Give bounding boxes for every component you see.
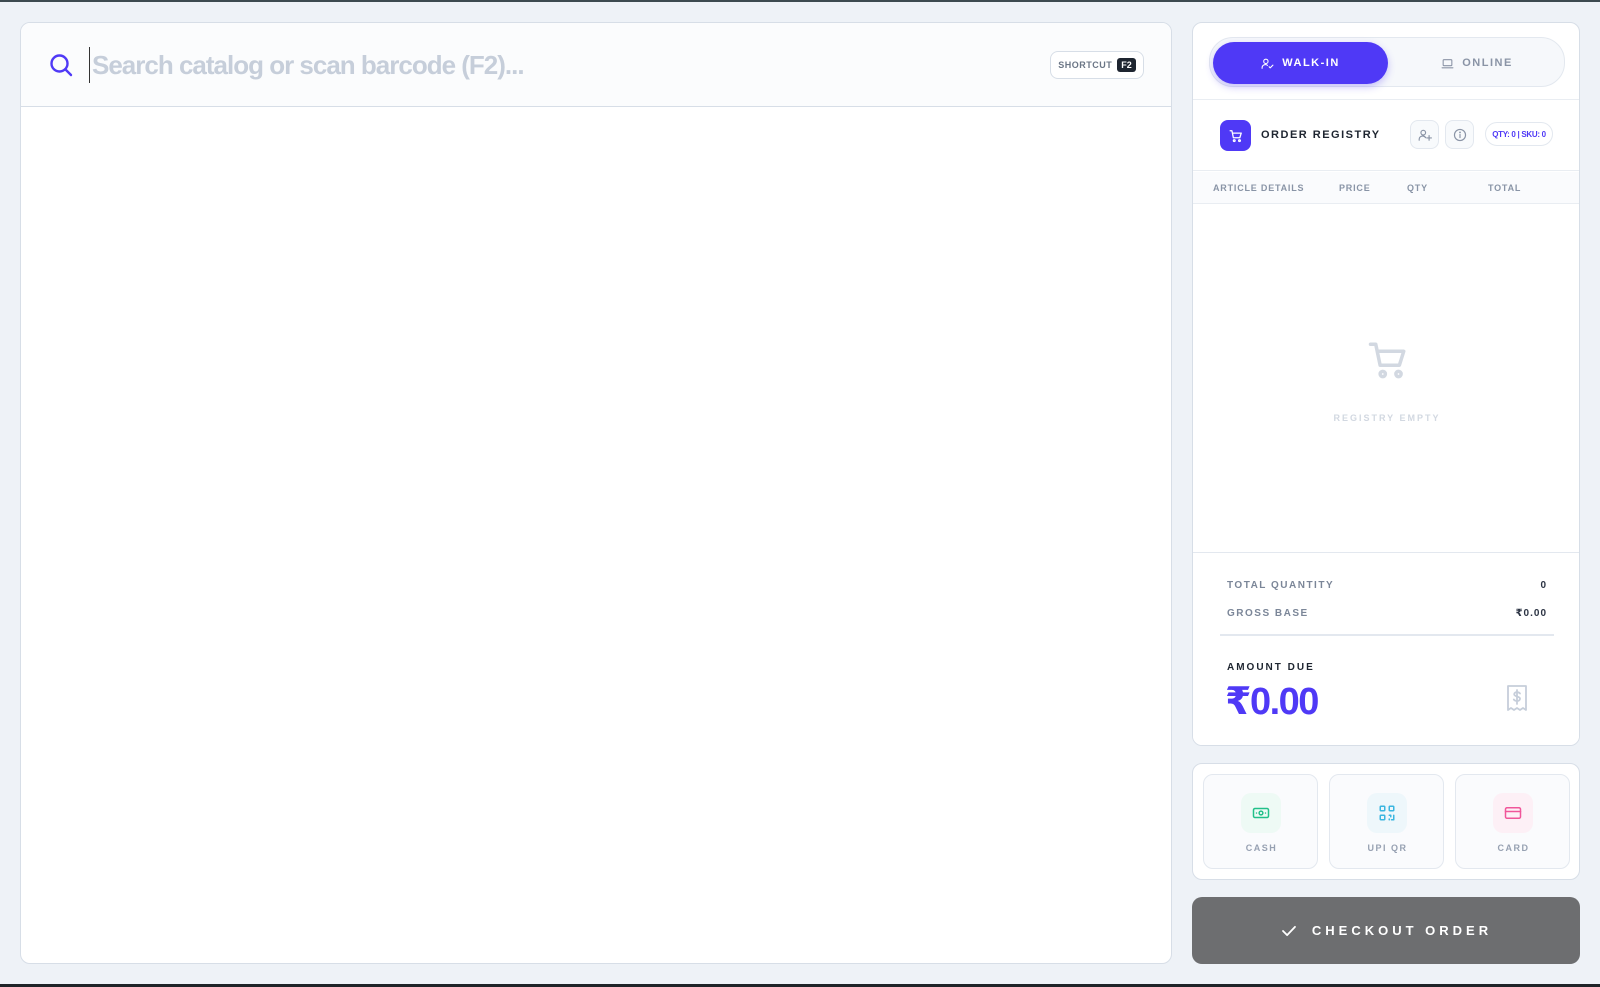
search-icon [50,54,73,77]
total-quantity-value: 0 [1540,580,1547,591]
shortcut-hint: SHORTCUT F2 [1050,51,1144,79]
registry-empty-label: REGISTRY EMPTY [1333,413,1441,423]
total-quantity-label: TOTAL QUANTITY [1227,580,1335,591]
upi-icon-badge [1367,793,1407,833]
walk-in-tab[interactable]: WALK-IN [1213,42,1388,84]
add-customer-button[interactable] [1410,120,1439,149]
gross-base-value: ₹0.00 [1515,608,1547,619]
walk-in-label: WALK-IN [1282,57,1340,69]
user-check-icon [1261,58,1274,69]
online-tab[interactable]: ONLINE [1394,42,1560,84]
pay-upi-qr-label: UPI QR [1367,843,1408,853]
amount-due-value: ₹0.00 [1225,681,1319,723]
gross-base-label: GROSS BASE [1227,608,1309,619]
shortcut-label: SHORTCUT [1058,60,1113,70]
online-label: ONLINE [1462,57,1513,69]
card-icon-badge [1493,793,1533,833]
cart-badge [1220,120,1251,151]
qty-sku-badge: QTY: 0 | SKU: 0 [1485,122,1553,146]
gross-base-row: GROSS BASE ₹0.00 [1227,608,1547,619]
checkout-order-button[interactable]: CHECKOUT ORDER [1192,897,1580,964]
column-qty: QTY [1407,183,1428,193]
order-registry-header: ORDER REGISTRY QTY: 0 | SKU: 0 [1193,99,1579,171]
qty-sku-text: QTY: 0 | SKU: 0 [1492,129,1546,139]
order-panel: WALK-IN ONLINE ORDER REGISTRY QTY: 0 | S… [1192,22,1580,746]
window-top-border [0,0,1600,2]
pay-card-button[interactable]: CARD [1455,774,1570,869]
user-plus-icon [1418,129,1432,141]
checkmark-icon [1281,925,1296,936]
catalog-panel: SHORTCUT F2 [20,22,1172,964]
total-quantity-row: TOTAL QUANTITY 0 [1227,580,1547,591]
pay-cash-button[interactable]: CASH [1203,774,1318,869]
registry-empty-state: REGISTRY EMPTY [1193,205,1579,545]
totals-divider [1220,634,1554,636]
column-price: PRICE [1339,183,1371,193]
column-total: TOTAL [1488,183,1522,193]
totals-section: TOTAL QUANTITY 0 GROSS BASE ₹0.00 AMOUNT… [1193,552,1579,745]
pay-upi-qr-button[interactable]: UPI QR [1329,774,1444,869]
shortcut-key: F2 [1117,58,1136,72]
payment-methods-panel: CASH UPI QR CARD [1192,763,1580,880]
search-input[interactable] [89,47,949,83]
checkout-order-label: CHECKOUT ORDER [1311,923,1493,938]
qr-code-icon [1379,805,1395,821]
info-icon [1453,128,1466,141]
registry-column-headers: ARTICLE DETAILS PRICE QTY TOTAL [1193,172,1579,204]
credit-card-icon [1504,807,1522,819]
receipt-icon [1507,685,1527,711]
search-bar: SHORTCUT F2 [21,23,1171,107]
laptop-icon [1441,58,1454,68]
amount-due-label: AMOUNT DUE [1227,662,1315,673]
info-button[interactable] [1445,120,1474,149]
order-registry-title: ORDER REGISTRY [1261,129,1381,141]
cash-icon-badge [1241,793,1281,833]
order-mode-toggle: WALK-IN ONLINE [1209,37,1565,87]
pay-cash-label: CASH [1245,843,1278,853]
banknote-icon [1252,807,1270,819]
empty-cart-icon [1368,342,1406,379]
pay-card-label: CARD [1497,843,1530,853]
column-article-details: ARTICLE DETAILS [1213,183,1305,193]
shopping-cart-icon [1229,129,1242,142]
